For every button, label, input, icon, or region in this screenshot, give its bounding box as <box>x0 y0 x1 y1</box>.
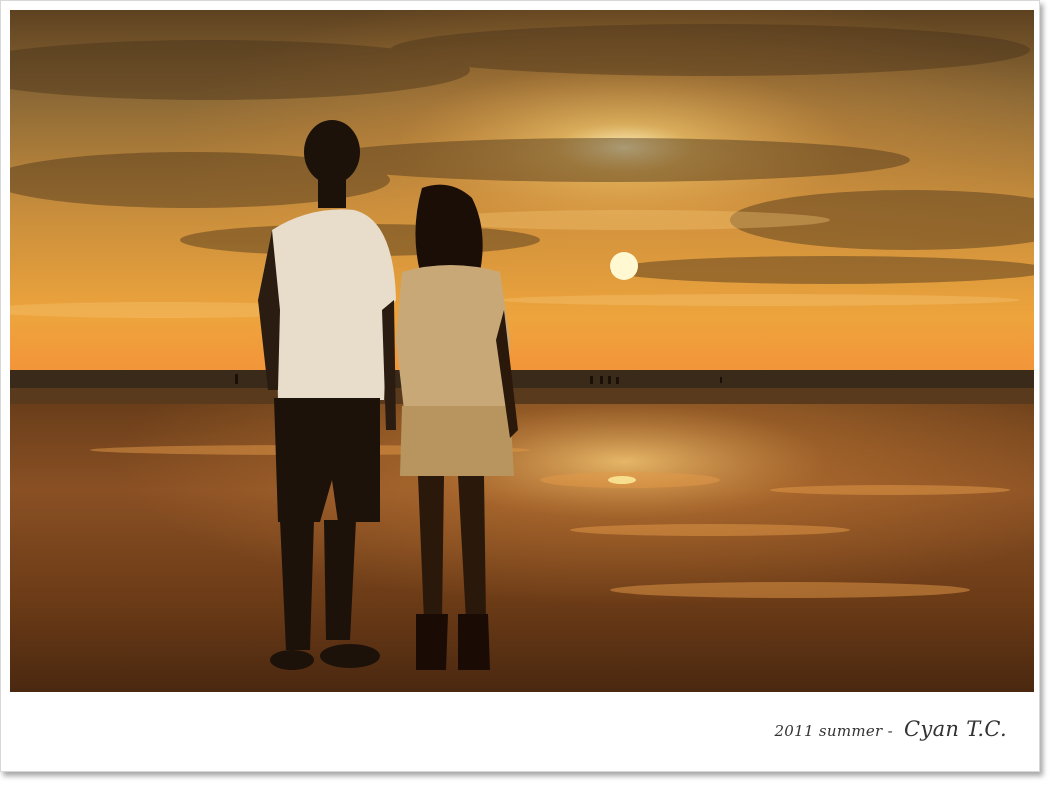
sunset-photo <box>10 10 1034 692</box>
photo-image <box>10 10 1034 692</box>
sun <box>610 252 638 280</box>
photo-frame: 2011 summer - Cyan T.C. <box>0 0 1040 772</box>
photo-caption: 2011 summer - Cyan T.C. <box>774 717 1007 741</box>
photographer-signature: Cyan T.C. <box>904 717 1007 741</box>
caption-date: 2011 summer - <box>774 722 899 740</box>
